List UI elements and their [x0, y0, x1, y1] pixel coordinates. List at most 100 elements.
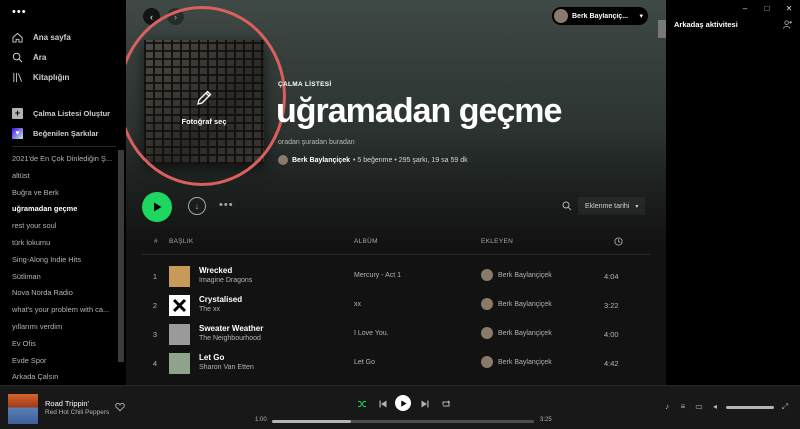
track-album[interactable]: Mercury - Act 1	[354, 272, 401, 279]
track-artist[interactable]: The xx	[199, 306, 220, 313]
download-button[interactable]: ↓	[188, 197, 206, 215]
track-album[interactable]: Let Go	[354, 359, 375, 366]
sidebar-playlist-item[interactable]: Sütliman	[12, 269, 114, 286]
shuffle-icon[interactable]	[357, 399, 367, 409]
maximize-button[interactable]: □	[756, 0, 778, 16]
sidebar-item-library[interactable]: Kitaplığın	[0, 67, 126, 87]
sidebar-playlist-item[interactable]: Buğra ve Berk	[12, 185, 114, 202]
track-added-by[interactable]: Berk Baylançiçek	[481, 327, 552, 339]
track-added-by[interactable]: Berk Baylançiçek	[481, 298, 552, 310]
search-icon	[12, 52, 23, 62]
track-number: 4	[152, 359, 158, 368]
volume-icon[interactable]: ◂	[710, 402, 720, 412]
play-button[interactable]	[142, 192, 172, 222]
more-options-button[interactable]: •••	[219, 199, 234, 211]
track-cover	[169, 266, 190, 287]
track-row[interactable]: 1 Wrecked Imagine Dragons Mercury - Act 1 Be…	[126, 262, 666, 292]
create-playlist-button[interactable]: + Çalma Listesi Oluştur	[0, 103, 126, 123]
next-icon[interactable]	[421, 400, 429, 408]
track-artist[interactable]: The Neighbourhood	[199, 335, 261, 342]
previous-icon[interactable]	[379, 400, 387, 408]
user-name: Berk Baylançiç...	[572, 12, 629, 20]
progress-fill	[272, 420, 351, 423]
track-duration: 3:22	[604, 301, 619, 310]
track-title[interactable]: Crystalised	[199, 295, 242, 304]
sidebar-playlist-item[interactable]: Sing-Along Indie Hits	[12, 252, 114, 269]
sidebar-playlist-item[interactable]: 2021'de En Çok Dinlediğin Ş...	[12, 151, 114, 168]
sidebar-playlist-item[interactable]: Ev Ofis	[12, 336, 114, 353]
playlist-type: ÇALMA LİSTESİ	[278, 81, 332, 88]
play-pause-button[interactable]	[395, 395, 411, 411]
sidebar-nav: Ana sayfa Ara Kitaplığın	[0, 27, 126, 87]
track-album[interactable]: xx	[354, 301, 361, 308]
sidebar-playlist-item[interactable]: what's your problem with ca...	[12, 302, 114, 319]
track-artist[interactable]: Sharon Van Etten	[199, 364, 254, 371]
track-artist[interactable]: Imagine Dragons	[199, 277, 252, 284]
lyrics-icon[interactable]: ♪	[662, 402, 672, 412]
avatar	[554, 9, 568, 23]
sidebar-playlist-item[interactable]: rest your soul	[12, 218, 114, 235]
elapsed-time: 1:00	[255, 417, 267, 423]
sidebar-playlist-item[interactable]: uğramadan geçme	[12, 201, 114, 218]
playlist-list: 2021'de En Çok Dinlediğin Ş... altüst Buğr…	[12, 151, 114, 386]
close-button[interactable]: ✕	[778, 0, 800, 16]
main-scrollbar[interactable]	[658, 20, 666, 38]
track-row[interactable]: 4 Let Go Sharon Van Etten Let Go Berk Baylan…	[126, 349, 666, 379]
chevron-down-icon: ▾	[639, 13, 643, 20]
playlist-description[interactable]: oradan şuradan buradan	[278, 139, 355, 146]
sidebar-item-label: Ara	[33, 52, 47, 62]
progress-bar[interactable]	[272, 420, 534, 423]
sidebar-item-home[interactable]: Ana sayfa	[0, 27, 126, 47]
liked-songs-label: Beğenilen Şarkılar	[33, 128, 99, 138]
sidebar-item-search[interactable]: Ara	[0, 47, 126, 67]
fullscreen-icon[interactable]: ⤢	[780, 402, 790, 412]
window-controls: – □ ✕	[734, 0, 800, 16]
devices-icon[interactable]: ▭	[694, 402, 704, 412]
column-header-added-by[interactable]: EKLEYEN	[481, 238, 513, 245]
track-row[interactable]: 2 Crystalised The xx xx Berk Baylançiçek 3:22	[126, 291, 666, 321]
sidebar-playlist-item[interactable]: türk lokumu	[12, 235, 114, 252]
header-gradient	[126, 185, 666, 245]
queue-icon[interactable]: ≡	[678, 402, 688, 412]
sidebar-playlist-item[interactable]: Evde Spor	[12, 353, 114, 370]
column-header-album[interactable]: ALBÜM	[354, 238, 378, 245]
sidebar-playlist-item[interactable]: Nova Norda Radio	[12, 285, 114, 302]
volume-slider[interactable]	[726, 405, 774, 409]
now-playing-artist[interactable]: Red Hot Chili Peppers	[45, 409, 109, 416]
sidebar-item-label: Kitaplığın	[33, 72, 70, 82]
sidebar-playlist-item[interactable]: yıllarımı verdim	[12, 319, 114, 336]
heart-icon[interactable]	[115, 402, 125, 412]
liked-songs-icon: ♥	[12, 127, 23, 139]
track-row[interactable]: 3 Sweater Weather The Neighbourhood I Love …	[126, 320, 666, 350]
repeat-icon[interactable]	[441, 399, 451, 409]
library-icon	[13, 72, 23, 82]
app-menu-button[interactable]: •••	[12, 6, 27, 18]
track-added-by[interactable]: Berk Baylançiçek	[481, 269, 552, 281]
track-album[interactable]: I Love You.	[354, 330, 389, 337]
adder-name: Berk Baylançiçek	[498, 300, 552, 308]
owner-link[interactable]: Berk Baylançiçek	[292, 157, 350, 164]
liked-songs-button[interactable]: ♥ Beğenilen Şarkılar	[0, 123, 126, 143]
sidebar-item-label: Ana sayfa	[33, 32, 71, 42]
minimize-button[interactable]: –	[734, 0, 756, 16]
search-in-playlist-icon[interactable]	[562, 201, 572, 211]
xx-logo	[172, 298, 187, 313]
sidebar-playlist-item[interactable]: altüst	[12, 168, 114, 185]
track-title[interactable]: Sweater Weather	[199, 324, 263, 333]
track-title[interactable]: Wrecked	[199, 266, 232, 275]
page-title[interactable]: uğramadan geçme	[276, 92, 562, 131]
column-header-title[interactable]: BAŞLIK	[169, 238, 194, 245]
track-title[interactable]: Let Go	[199, 353, 224, 362]
now-playing-cover[interactable]	[8, 394, 38, 424]
sort-dropdown[interactable]: Eklenme tarihi ▾	[578, 197, 646, 215]
adder-avatar	[481, 269, 493, 281]
adder-name: Berk Baylançiçek	[498, 271, 552, 279]
sidebar-playlist-item[interactable]: Arkada Çalsın	[12, 369, 114, 386]
add-friend-icon[interactable]	[783, 20, 792, 29]
sidebar-scrollbar[interactable]	[118, 150, 124, 362]
track-added-by[interactable]: Berk Baylançiçek	[481, 356, 552, 368]
now-playing-title[interactable]: Road Trippin'	[45, 399, 89, 408]
track-number: 1	[152, 272, 158, 281]
plus-icon: +	[12, 107, 23, 119]
user-menu-button[interactable]: Berk Baylançiç... ▾	[552, 7, 648, 25]
